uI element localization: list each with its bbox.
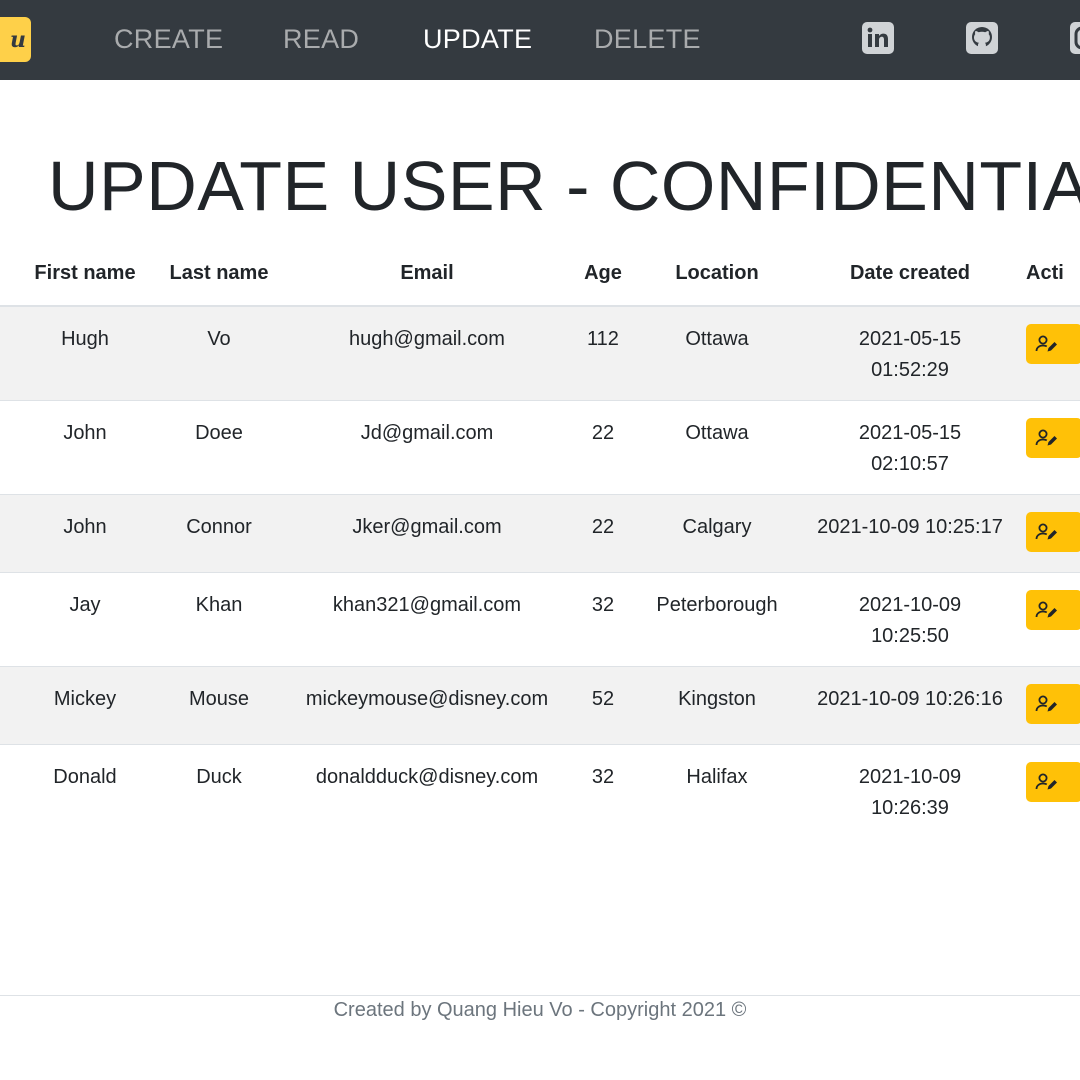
cell-location: Peterborough <box>640 572 794 667</box>
cell-last-name: Duck <box>150 744 288 838</box>
linkedin-icon[interactable] <box>862 22 894 54</box>
cell-email: donaldduck@disney.com <box>288 744 566 838</box>
brand-logo-text: u <box>10 27 26 53</box>
cell-age: 22 <box>566 400 640 495</box>
cell-age: 22 <box>566 494 640 573</box>
cell-date-created: 2021-05-15 02:10:57 <box>794 400 1026 495</box>
nav-link-delete[interactable]: DELETE <box>594 24 701 55</box>
edit-user-button[interactable] <box>1026 512 1080 552</box>
cell-last-name: Mouse <box>150 666 288 745</box>
cell-age: 112 <box>566 305 640 401</box>
cell-action <box>1026 305 1080 401</box>
header-age[interactable]: Age <box>566 240 640 307</box>
cell-date-created: 2021-10-09 10:26:16 <box>794 666 1026 745</box>
users-table: First name Last name Email Age Location … <box>0 240 1080 838</box>
table-row: Jay Khan khan321@gmail.com 32 Peterborou… <box>0 572 1080 667</box>
page-title: UPDATE USER - CONFIDENTIAL <box>48 147 1080 225</box>
cell-date-created: 2021-10-09 10:26:39 <box>794 744 1026 838</box>
header-date-created[interactable]: Date created <box>794 240 1026 307</box>
header-last-name[interactable]: Last name <box>150 240 288 307</box>
footer-divider <box>0 995 1080 996</box>
nav-link-create[interactable]: CREATE <box>114 24 223 55</box>
cell-email: Jd@gmail.com <box>288 400 566 495</box>
edit-user-button[interactable] <box>1026 418 1080 458</box>
cell-email: mickeymouse@disney.com <box>288 666 566 745</box>
cell-email: Jker@gmail.com <box>288 494 566 573</box>
cell-location: Calgary <box>640 494 794 573</box>
edit-user-button[interactable] <box>1026 590 1080 630</box>
nav-link-update[interactable]: UPDATE <box>423 24 532 55</box>
cell-first-name: Donald <box>20 744 150 838</box>
cell-location: Halifax <box>640 744 794 838</box>
cell-age: 32 <box>566 744 640 838</box>
cell-first-name: Mickey <box>20 666 150 745</box>
users-table-container: First name Last name Email Age Location … <box>0 240 1080 838</box>
user-edit-icon <box>1035 773 1057 790</box>
cell-last-name: Connor <box>150 494 288 573</box>
table-row: Hugh Vo hugh@gmail.com 112 Ottawa 2021-0… <box>0 305 1080 401</box>
cell-first-name: Hugh <box>20 305 150 401</box>
table-row: John Connor Jker@gmail.com 22 Calgary 20… <box>0 494 1080 573</box>
cell-date-created: 2021-05-15 01:52:29 <box>794 305 1026 401</box>
header-spacer <box>0 240 20 307</box>
edit-user-button[interactable] <box>1026 762 1080 802</box>
cell-action <box>1026 494 1080 573</box>
cell-last-name: Vo <box>150 305 288 401</box>
instagram-icon[interactable] <box>1070 22 1080 54</box>
cell-email: khan321@gmail.com <box>288 572 566 667</box>
cell-location: Ottawa <box>640 400 794 495</box>
cell-first-name: John <box>20 494 150 573</box>
table-row: Mickey Mouse mickeymouse@disney.com 52 K… <box>0 666 1080 745</box>
nav-link-read[interactable]: READ <box>283 24 359 55</box>
cell-first-name: Jay <box>20 572 150 667</box>
user-edit-icon <box>1035 523 1057 540</box>
header-location[interactable]: Location <box>640 240 794 307</box>
cell-first-name: John <box>20 400 150 495</box>
header-email[interactable]: Email <box>288 240 566 307</box>
github-icon[interactable] <box>966 22 998 54</box>
cell-location: Ottawa <box>640 305 794 401</box>
cell-action <box>1026 572 1080 667</box>
user-edit-icon <box>1035 429 1057 446</box>
cell-email: hugh@gmail.com <box>288 305 566 401</box>
cell-age: 52 <box>566 666 640 745</box>
cell-last-name: Doee <box>150 400 288 495</box>
footer-text: Created by Quang Hieu Vo - Copyright 202… <box>333 999 747 1021</box>
navbar: u CREATE READ UPDATE DELETE <box>0 0 1080 80</box>
cell-date-created: 2021-10-09 10:25:17 <box>794 494 1026 573</box>
user-edit-icon <box>1035 601 1057 618</box>
cell-date-created: 2021-10-09 10:25:50 <box>794 572 1026 667</box>
table-row: John Doee Jd@gmail.com 22 Ottawa 2021-05… <box>0 400 1080 495</box>
cell-action <box>1026 400 1080 495</box>
table-row: Donald Duck donaldduck@disney.com 32 Hal… <box>0 744 1080 838</box>
user-edit-icon <box>1035 695 1057 712</box>
user-edit-icon <box>1035 335 1057 352</box>
cell-age: 32 <box>566 572 640 667</box>
cell-location: Kingston <box>640 666 794 745</box>
cell-action <box>1026 744 1080 838</box>
header-first-name[interactable]: First name <box>20 240 150 307</box>
header-action: Acti <box>1026 240 1080 307</box>
table-header-row: First name Last name Email Age Location … <box>0 240 1080 307</box>
edit-user-button[interactable] <box>1026 684 1080 724</box>
cell-last-name: Khan <box>150 572 288 667</box>
edit-user-button[interactable] <box>1026 324 1080 364</box>
brand-logo[interactable]: u <box>0 17 31 62</box>
cell-action <box>1026 666 1080 745</box>
